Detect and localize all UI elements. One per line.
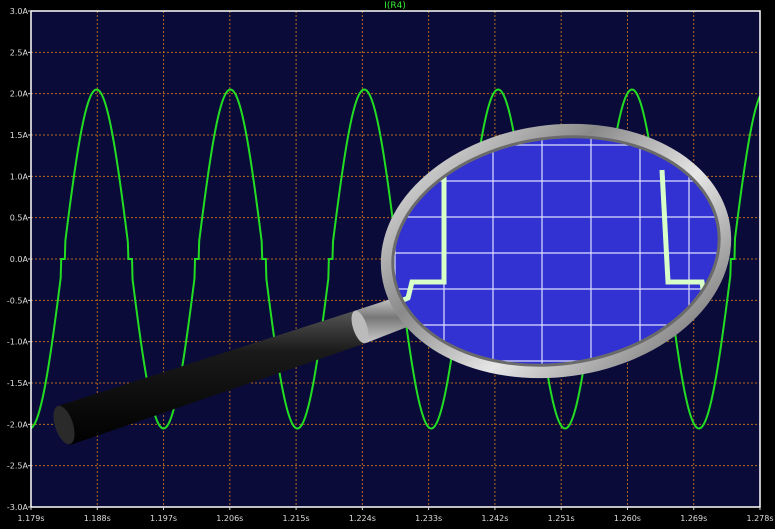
y-tick-label: 0.5A: [10, 214, 29, 223]
y-tick-label: 1.0A: [10, 172, 29, 181]
oscilloscope-view: I(R4) 3.0A 2.5A 2.0A 1.5A 1.0A 0.5A 0.0A -0.5A -…: [0, 0, 775, 525]
x-tick-label: 1.188s: [84, 514, 111, 523]
x-tick-label: 1.260s: [614, 514, 641, 523]
y-tick-label: -3.0A: [7, 503, 29, 512]
chart-title: I(R4): [384, 1, 406, 11]
x-tick-label: 1.233s: [415, 514, 442, 523]
x-tick-label: 1.251s: [548, 514, 575, 523]
y-tick-label: 2.5A: [10, 48, 29, 57]
y-tick-label: 2.0A: [10, 90, 29, 99]
waveform-chart: I(R4) 3.0A 2.5A 2.0A 1.5A 1.0A 0.5A 0.0A -0.5A -…: [7, 1, 774, 523]
x-tick-label: 1.179s: [17, 514, 44, 523]
y-axis-tick-labels: 3.0A 2.5A 2.0A 1.5A 1.0A 0.5A 0.0A -0.5A -1.0A -1…: [7, 7, 31, 512]
y-tick-label: -0.5A: [7, 296, 29, 305]
y-tick-label: -2.5A: [7, 462, 29, 471]
x-tick-label: 1.242s: [481, 514, 508, 523]
y-tick-label: 3.0A: [10, 7, 29, 16]
x-tick-label: 1.215s: [283, 514, 310, 523]
y-tick-label: 0.0A: [10, 255, 29, 264]
x-tick-label: 1.206s: [216, 514, 243, 523]
x-tick-label: 1.278s: [746, 514, 773, 523]
x-axis-tick-labels: 1.179s 1.188s 1.197s 1.206s 1.215s 1.224s 1.23…: [17, 507, 774, 523]
x-tick-label: 1.197s: [150, 514, 177, 523]
y-tick-label: -1.0A: [7, 338, 29, 347]
x-tick-label: 1.224s: [349, 514, 376, 523]
y-tick-label: 1.5A: [10, 131, 29, 140]
y-tick-label: -1.5A: [7, 379, 29, 388]
x-tick-label: 1.269s: [680, 514, 707, 523]
y-tick-label: -2.0A: [7, 420, 29, 429]
